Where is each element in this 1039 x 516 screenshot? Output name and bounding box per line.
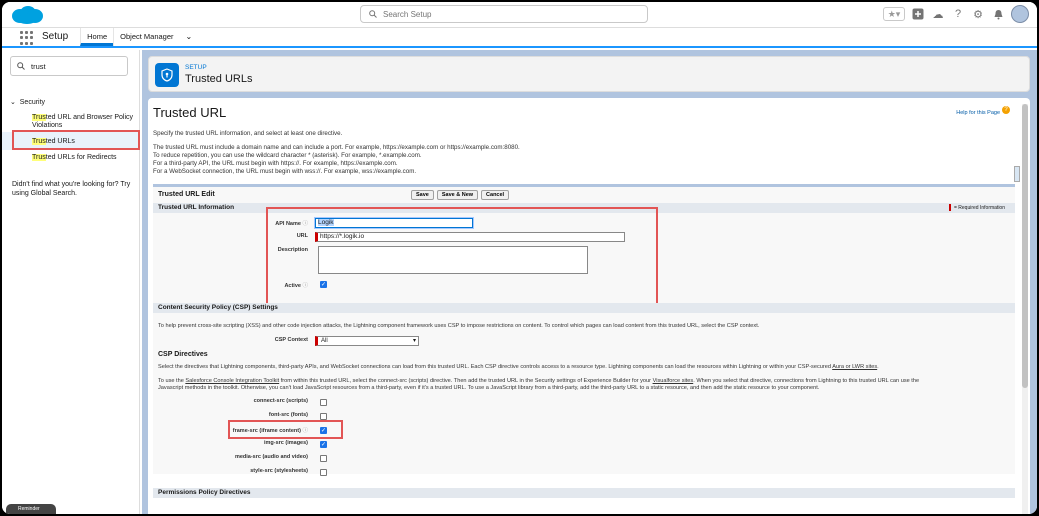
setup-gear-icon[interactable]: ⚙ <box>971 7 985 21</box>
csp-intro-text: To help prevent cross-site scripting (XS… <box>158 323 760 329</box>
section-permissions-policy: Permissions Policy Directives <box>153 488 1015 498</box>
tab-object-manager[interactable]: Object Manager ⌄ <box>113 28 198 46</box>
intro-text: Specify the trusted URL information, and… <box>153 130 343 137</box>
required-information-legend: = Required Information <box>949 203 1005 213</box>
sidebar-item-trusted-url-browser-policy-violations[interactable]: Trusted URL and Browser Policy Violation… <box>32 114 138 130</box>
directive-label-font-src: font-src (fonts) <box>268 412 308 418</box>
scrollbar-thumb[interactable] <box>1022 104 1028 388</box>
app-launcher-waffle-icon[interactable] <box>20 31 34 45</box>
vertical-scrollbar[interactable] <box>1022 104 1028 514</box>
section-title: Trusted URL Information <box>158 204 235 211</box>
note-wildcard: To reduce repetition, you can use the wi… <box>153 152 422 159</box>
main-area: SETUP Trusted URLs Trusted URL Help for … <box>142 50 1037 514</box>
edit-buttons: Save Save & New Cancel <box>411 190 510 200</box>
search-icon <box>17 62 25 70</box>
global-search-hint: Didn't find what you're looking for? Try… <box>12 181 131 197</box>
sidebar-item-trusted-urls-for-redirects[interactable]: Trusted URLs for Redirects <box>32 154 138 162</box>
page-title: Trusted URLs <box>185 73 253 85</box>
global-header: Search Setup ★▾ ☁ ? ⚙ <box>2 2 1037 28</box>
global-actions-plus-icon[interactable] <box>911 7 925 21</box>
annotation-highlight-box <box>266 207 658 305</box>
tab-object-manager-label: Object Manager <box>120 32 174 41</box>
console-integration-toolkit-link[interactable]: Salesforce Console Integration Toolkit <box>185 378 279 384</box>
intro-text-part: . <box>877 364 879 370</box>
search-icon <box>369 10 377 18</box>
favorites-star-icon[interactable]: ★▾ <box>883 7 905 21</box>
sidebar-group-label: Security <box>19 99 46 106</box>
annotation-highlight-box <box>228 420 343 439</box>
trusted-url-edit-block: Trusted URL Edit Save Save & New Cancel … <box>153 184 1015 476</box>
cancel-button[interactable]: Cancel <box>481 190 510 200</box>
console-text-part: from within this trusted URL, select the… <box>279 378 653 384</box>
salesforce-cloud-logo[interactable] <box>10 5 44 25</box>
quick-find-value: trust <box>31 61 46 71</box>
sidebar-group-security[interactable]: ⌄ Security <box>10 98 45 106</box>
help-for-this-page-link[interactable]: Help for this Page <box>956 110 1000 116</box>
chevron-down-icon: ⌄ <box>10 99 16 106</box>
sidebar-item-label: ted URLs for Redirects <box>45 154 117 161</box>
edit-block-title: Trusted URL Edit <box>158 191 215 198</box>
visualforce-sites-link[interactable]: Visualforce sites <box>653 378 694 384</box>
directive-label-connect-src: connect-src (scripts) <box>253 398 308 404</box>
sidebar-item-label: ted URL and Browser Policy Violations <box>32 114 134 129</box>
media-src-checkbox[interactable] <box>320 455 327 462</box>
match-highlight: Trus <box>32 154 46 161</box>
intro-text-part: Select the directives that Lightning com… <box>158 364 833 370</box>
csp-directives-intro: Select the directives that Lightning com… <box>158 364 879 370</box>
app-navigation-bar: Setup Home Object Manager ⌄ <box>2 28 1037 48</box>
note-websocket: For a WebSocket connection, the URL must… <box>153 168 417 175</box>
directive-label-style-src: style-src (stylesheets) <box>250 468 308 474</box>
app-name: Setup <box>42 31 69 42</box>
annotation-highlight-box <box>12 130 140 150</box>
console-toolkit-text-2: Javascript methods in the toolkit. Other… <box>158 385 820 391</box>
side-panel-tab[interactable] <box>1014 166 1020 182</box>
img-src-checkbox[interactable]: ✓ <box>320 441 327 448</box>
font-src-checkbox[interactable] <box>320 413 327 420</box>
console-toolkit-text: To use the Salesforce Console Integratio… <box>158 378 919 384</box>
trailhead-cloud-icon[interactable]: ☁ <box>931 7 945 21</box>
tab-home-label: Home <box>87 32 108 41</box>
setup-page-header: SETUP Trusted URLs <box>148 56 1030 92</box>
global-search-box[interactable]: Search Setup <box>360 5 648 23</box>
csp-context-value: All <box>321 338 328 344</box>
chevron-down-icon[interactable]: ⌄ <box>186 32 193 41</box>
connect-src-checkbox[interactable] <box>320 399 327 406</box>
app-window: Search Setup ★▾ ☁ ? ⚙ Setup Home Object … <box>2 2 1037 514</box>
console-text-part: . When you select that directive, connec… <box>693 378 920 384</box>
console-text-part: To use the <box>158 378 186 384</box>
header-utility-icons: ★▾ ☁ ? ⚙ <box>883 5 1029 23</box>
csp-context-select[interactable]: All ▾ <box>315 336 419 346</box>
setup-kicker: SETUP <box>185 64 207 71</box>
save-button[interactable]: Save <box>411 190 434 200</box>
match-highlight: Trus <box>32 114 46 121</box>
csp-directives-title: CSP Directives <box>158 351 208 358</box>
help-question-icon[interactable]: ? <box>1002 106 1010 114</box>
search-placeholder: Search Setup <box>383 9 432 19</box>
form-title: Trusted URL <box>153 105 227 120</box>
help-question-icon[interactable]: ? <box>951 7 965 21</box>
csp-context-label: CSP Context <box>274 337 308 343</box>
note-third-party: For a third-party API, the URL must begi… <box>153 160 398 167</box>
quick-find-input[interactable]: trust <box>10 56 128 76</box>
notifications-bell-icon[interactable] <box>991 7 1005 21</box>
note-domain: The trusted URL must include a domain na… <box>153 144 520 151</box>
reminder-pill[interactable]: Reminder <box>6 504 56 514</box>
chevron-down-icon: ▾ <box>412 338 416 344</box>
aura-lwr-sites-link[interactable]: Aura or LWR sites <box>832 364 877 370</box>
tab-home[interactable]: Home <box>80 28 114 46</box>
directive-label-img-src: img-src (images) <box>263 440 308 446</box>
user-avatar[interactable] <box>1011 5 1029 23</box>
section-csp-settings: Content Security Policy (CSP) Settings <box>153 303 1015 313</box>
directive-label-media-src: media-src (audio and video) <box>234 454 308 460</box>
shield-icon <box>155 63 179 87</box>
style-src-checkbox[interactable] <box>320 469 327 476</box>
trusted-url-edit-page: Trusted URL Help for this Page ? Specify… <box>148 98 1030 514</box>
setup-sidebar: trust ⌄ Security Trusted URL and Browser… <box>2 50 140 514</box>
save-and-new-button[interactable]: Save & New <box>436 190 479 200</box>
